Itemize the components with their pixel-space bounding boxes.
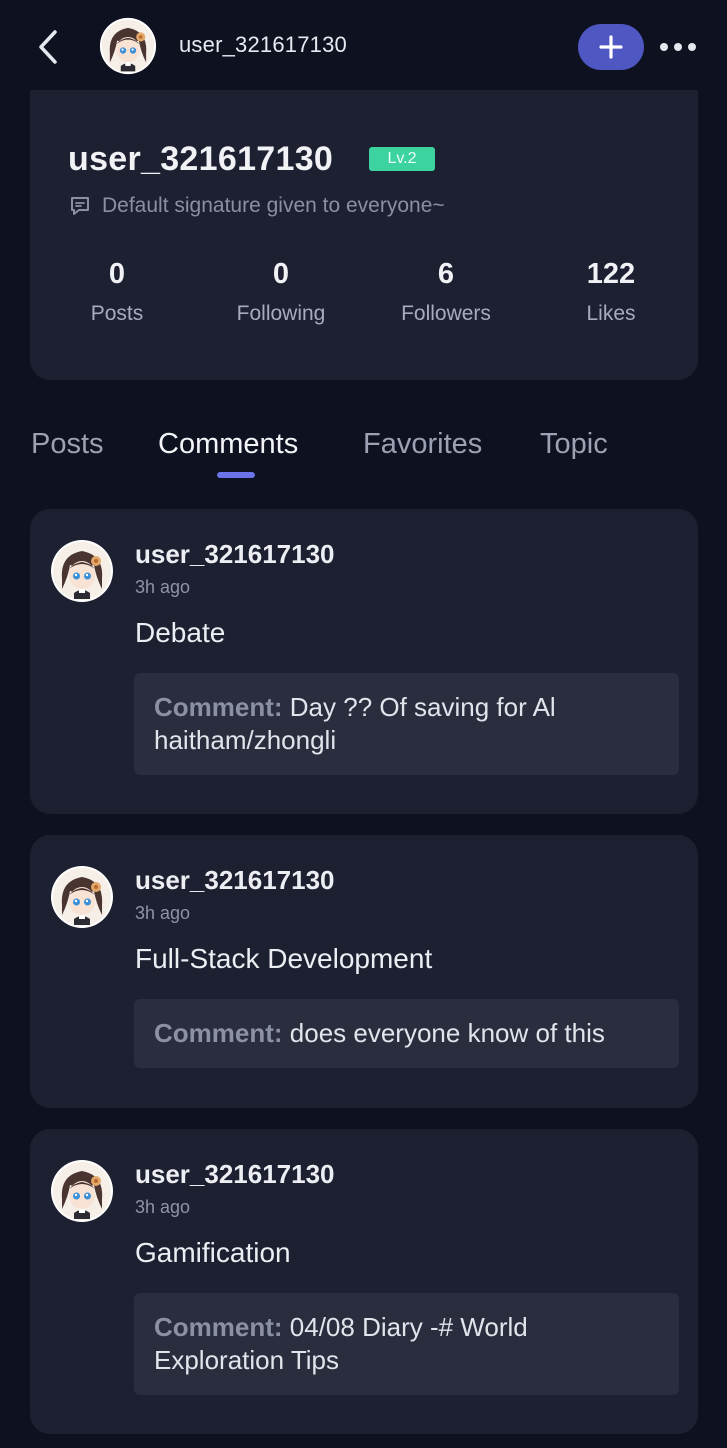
stat-value: 6 xyxy=(437,258,455,290)
tab-topic[interactable]: Topic xyxy=(540,428,608,461)
comment-time: 3h ago xyxy=(135,903,191,923)
comment-prefix: Comment: xyxy=(154,692,290,722)
comment-username[interactable]: user_321617130 xyxy=(135,1159,335,1190)
comment-text: does everyone know of this xyxy=(289,1018,605,1048)
stat-label: Posts xyxy=(90,302,144,325)
profile-tabs: Posts Comments Favorites Topic xyxy=(0,420,727,490)
stat-followers[interactable]: 6 Followers xyxy=(376,258,516,326)
comment-prefix: Comment: xyxy=(154,1312,290,1342)
back-chevron-icon xyxy=(37,29,59,65)
active-tab-indicator xyxy=(217,472,255,478)
plus-icon xyxy=(598,34,624,60)
comment-box[interactable]: Comment: does everyone know of this xyxy=(134,999,679,1068)
header-username: user_321617130 xyxy=(179,32,347,57)
signature-text: Default signature given to everyone~ xyxy=(102,194,445,217)
comment-prefix: Comment: xyxy=(154,1018,290,1048)
more-dots-icon xyxy=(659,42,697,52)
stat-likes[interactable]: 122 Likes xyxy=(541,258,681,326)
tab-comments[interactable]: Comments xyxy=(158,428,298,461)
profile-name: user_321617130 xyxy=(68,140,334,178)
tab-favorites[interactable]: Favorites xyxy=(363,428,482,461)
more-options-button[interactable] xyxy=(656,30,700,64)
tab-posts[interactable]: Posts xyxy=(31,428,104,461)
stat-value: 122 xyxy=(586,258,636,290)
stat-following[interactable]: 0 Following xyxy=(211,258,351,326)
stat-label: Following xyxy=(236,302,326,325)
comment-username[interactable]: user_321617130 xyxy=(135,865,335,896)
comment-post-title[interactable]: Full-Stack Development xyxy=(135,943,432,975)
top-bar: user_321617130 xyxy=(0,0,727,90)
comment-card[interactable]: user_321617130 3h ago Full-Stack Develop… xyxy=(30,835,698,1108)
stat-value: 0 xyxy=(272,258,290,290)
comment-avatar[interactable] xyxy=(50,1159,114,1223)
comment-avatar[interactable] xyxy=(50,539,114,603)
back-button[interactable] xyxy=(28,24,68,70)
stat-label: Followers xyxy=(401,302,491,325)
comment-time: 3h ago xyxy=(135,1197,191,1217)
comment-post-title[interactable]: Debate xyxy=(135,617,225,649)
comment-box[interactable]: Comment: Day ?? Of saving for Al haitham… xyxy=(134,673,679,775)
stat-value: 0 xyxy=(108,258,126,290)
comment-avatar[interactable] xyxy=(50,865,114,929)
comment-card[interactable]: user_321617130 3h ago Debate Comment: Da… xyxy=(30,509,698,814)
profile-card: user_321617130 Lv.2 Default signature gi… xyxy=(30,90,698,380)
comment-box[interactable]: Comment: 04/08 Diary -# World Exploratio… xyxy=(134,1293,679,1395)
create-post-button[interactable] xyxy=(578,24,644,70)
level-badge: Lv.2 xyxy=(369,147,435,171)
profile-stats: 0 Posts 0 Following 6 Followers 122 Like… xyxy=(30,258,698,338)
signature: Default signature given to everyone~ xyxy=(68,194,445,218)
comment-post-title[interactable]: Gamification xyxy=(135,1237,291,1269)
comment-card[interactable]: user_321617130 3h ago Gamification Comme… xyxy=(30,1129,698,1434)
comment-time: 3h ago xyxy=(135,577,191,597)
comment-username[interactable]: user_321617130 xyxy=(135,539,335,570)
header-avatar[interactable] xyxy=(99,17,157,75)
message-icon xyxy=(68,194,92,218)
stat-label: Likes xyxy=(586,302,636,325)
stat-posts[interactable]: 0 Posts xyxy=(47,258,187,326)
